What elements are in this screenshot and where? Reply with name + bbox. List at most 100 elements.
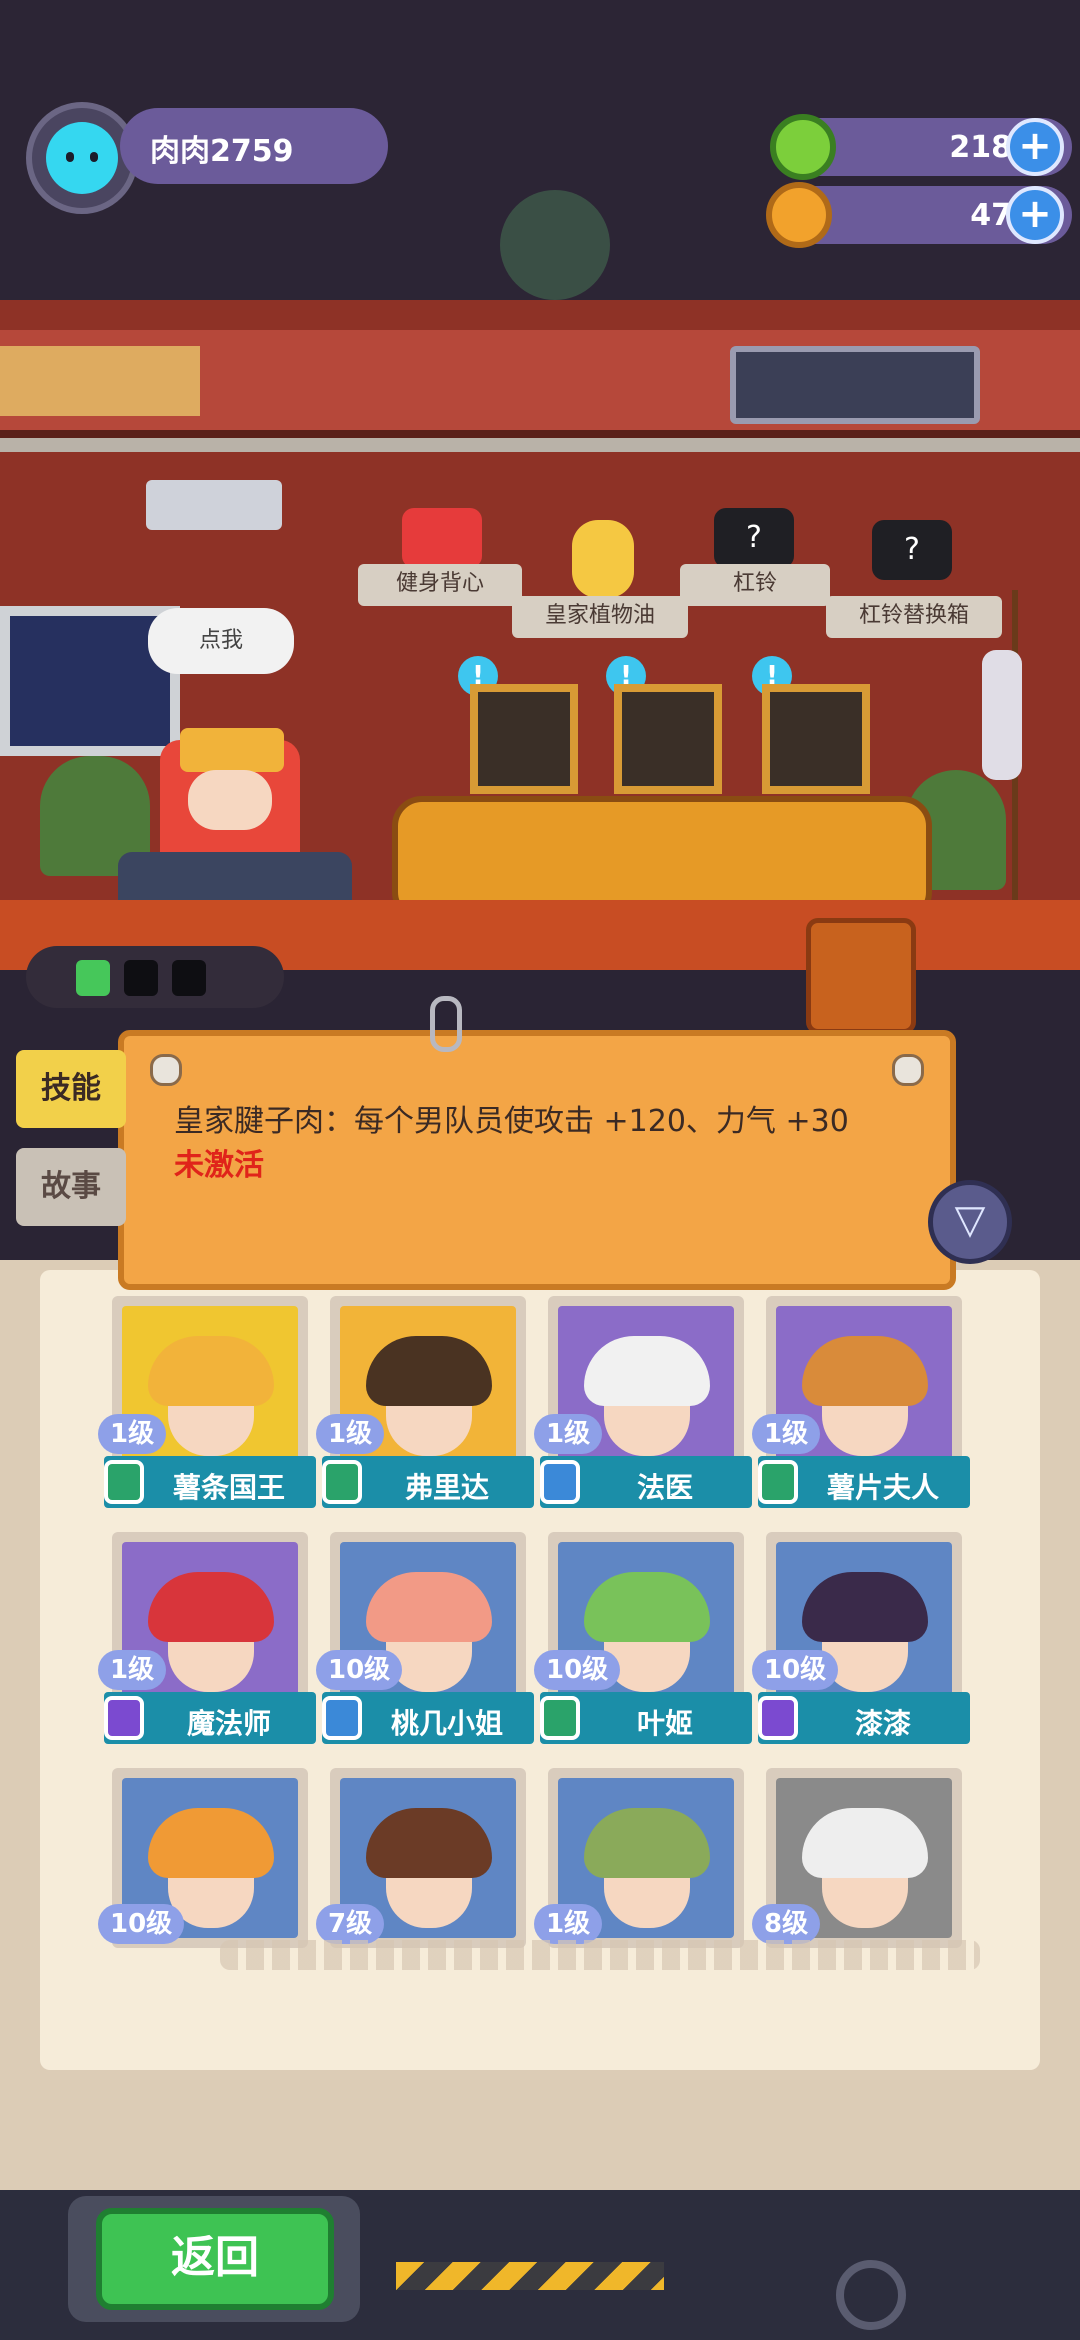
rank-badge-icon: [104, 1696, 144, 1740]
add-donut-button[interactable]: +: [1006, 118, 1064, 176]
character-hair: [802, 1336, 928, 1406]
rank-badge-icon: [758, 1696, 798, 1740]
character-level: 1级: [752, 1414, 821, 1454]
skill-description: 皇家腱子肉：每个男队员使攻击 +120、力气 +30: [174, 1104, 849, 1139]
tank-top-icon: [402, 508, 482, 568]
player-name-pill: 肉肉2759: [120, 108, 388, 184]
player-name: 肉肉2759: [150, 134, 294, 169]
battery-icon: [124, 960, 158, 996]
oil-bottle-icon: [572, 520, 634, 598]
character-name-bar: 桃几小姐: [322, 1692, 534, 1744]
hazard-stripe: [396, 2262, 664, 2290]
character-name: 魔法师: [186, 1707, 271, 1740]
orange-planet-icon: [766, 182, 832, 248]
character-card[interactable]: 桃几小姐 10级: [316, 1532, 534, 1744]
gear-icon: [836, 2260, 906, 2330]
character-level: 1级: [98, 1414, 167, 1454]
rank-badge-icon: [322, 1460, 362, 1504]
rank-badge-icon: [540, 1696, 580, 1740]
character-name-bar: 法医: [540, 1456, 752, 1508]
character-hair: [802, 1808, 928, 1878]
rank-badge-icon: [322, 1696, 362, 1740]
rank-badge-icon: [104, 1460, 144, 1504]
donut-currency-value: 218: [949, 130, 1012, 165]
photo-frame[interactable]: [614, 684, 722, 794]
character-hair: [148, 1572, 274, 1642]
character-hair: [148, 1336, 274, 1406]
filter-button[interactable]: ▽: [928, 1180, 1012, 1264]
ghost-display-icon: [730, 346, 980, 424]
character-level: 1级: [534, 1414, 603, 1454]
character-name-bar: 弗里达: [322, 1456, 534, 1508]
pin-icon: [150, 1054, 182, 1086]
rank-badge-icon: [758, 1460, 798, 1504]
character-level: 1级: [316, 1414, 385, 1454]
tab-skill[interactable]: 技能: [16, 1050, 126, 1128]
character-hair: [148, 1808, 274, 1878]
character-hair: [584, 1336, 710, 1406]
fan-icon: [500, 190, 610, 300]
character-level: 1级: [98, 1650, 167, 1690]
shelf-label-barbell-box[interactable]: 杠铃替换箱: [826, 596, 1002, 638]
cat-avatar-icon: [46, 122, 118, 194]
character-hair: [366, 1336, 492, 1406]
character-card[interactable]: 法医 1级: [534, 1296, 752, 1508]
character-name-bar: 魔法师: [104, 1692, 316, 1744]
battery-bar: [26, 946, 284, 1008]
tap-me-bubble[interactable]: 点我: [148, 608, 294, 674]
character-card[interactable]: 魔法师 1级: [98, 1532, 316, 1744]
paper-clip-icon: [430, 996, 462, 1052]
character-card[interactable]: 7级: [316, 1768, 526, 1948]
pin-icon: [892, 1054, 924, 1086]
character-card[interactable]: 叶姬 10级: [534, 1532, 752, 1744]
character-hair: [584, 1808, 710, 1878]
character-hair: [802, 1572, 928, 1642]
bookshelf-decoration: [0, 346, 200, 416]
character-level: 10级: [534, 1650, 621, 1690]
barbell-icon: ?: [714, 508, 794, 568]
book-tab-button[interactable]: [806, 918, 916, 1034]
character-card[interactable]: 薯条国王 1级: [98, 1296, 316, 1508]
blurred-caption: [220, 1940, 980, 1970]
character-card[interactable]: 8级: [752, 1768, 962, 1948]
character-name: 叶姬: [636, 1707, 693, 1740]
character-level: 10级: [98, 1904, 185, 1944]
character-card[interactable]: 1级: [534, 1768, 744, 1948]
character-name-bar: 漆漆: [758, 1692, 970, 1744]
character-hair: [366, 1572, 492, 1642]
battery-icon: [172, 960, 206, 996]
character-hair: [584, 1572, 710, 1642]
character-name: 漆漆: [854, 1707, 911, 1740]
photo-frame[interactable]: [470, 684, 578, 794]
character-grid: 薯条国王 1级 弗里达 1级 法医 1级 薯片夫人 1级 魔法师 1级 桃几小姐 10级 叶姬 10级 漆漆…: [84, 1296, 984, 1948]
character-card[interactable]: 薯片夫人 1级: [752, 1296, 970, 1508]
character-name: 薯片夫人: [826, 1471, 939, 1504]
character-level: 7级: [316, 1904, 385, 1944]
add-planet-button[interactable]: +: [1006, 186, 1064, 244]
photo-frame[interactable]: [762, 684, 870, 794]
skill-info-card: 皇家腱子肉：每个男队员使攻击 +120、力气 +30 未激活: [118, 1030, 956, 1290]
character-name-bar: 叶姬: [540, 1692, 752, 1744]
character-card[interactable]: 漆漆 10级: [752, 1532, 970, 1744]
character-level: 10级: [752, 1650, 839, 1690]
character-hair: [366, 1808, 492, 1878]
character-level: 1级: [534, 1904, 603, 1944]
shelf-label-tank-top[interactable]: 健身背心: [358, 564, 522, 606]
shelf-rail: [0, 438, 1080, 452]
character-name: 弗里达: [404, 1471, 489, 1504]
character-card[interactable]: 弗里达 1级: [316, 1296, 534, 1508]
projector-icon: [146, 480, 282, 530]
tab-story[interactable]: 故事: [16, 1148, 126, 1226]
character-name: 桃几小姐: [390, 1707, 503, 1740]
shelf-label-barbell[interactable]: 杠铃: [680, 564, 830, 606]
character-level: 10级: [316, 1650, 403, 1690]
back-button[interactable]: 返回: [96, 2208, 334, 2310]
barbell-box-icon: ?: [872, 520, 952, 580]
filter-icon: ▽: [954, 1197, 986, 1243]
shelf-label-oil[interactable]: 皇家植物油: [512, 596, 688, 638]
character-name: 薯条国王: [172, 1471, 285, 1504]
character-card[interactable]: 10级: [98, 1768, 308, 1948]
battery-icon: [76, 960, 110, 996]
character-name-bar: 薯片夫人: [758, 1456, 970, 1508]
green-donut-icon: [770, 114, 836, 180]
